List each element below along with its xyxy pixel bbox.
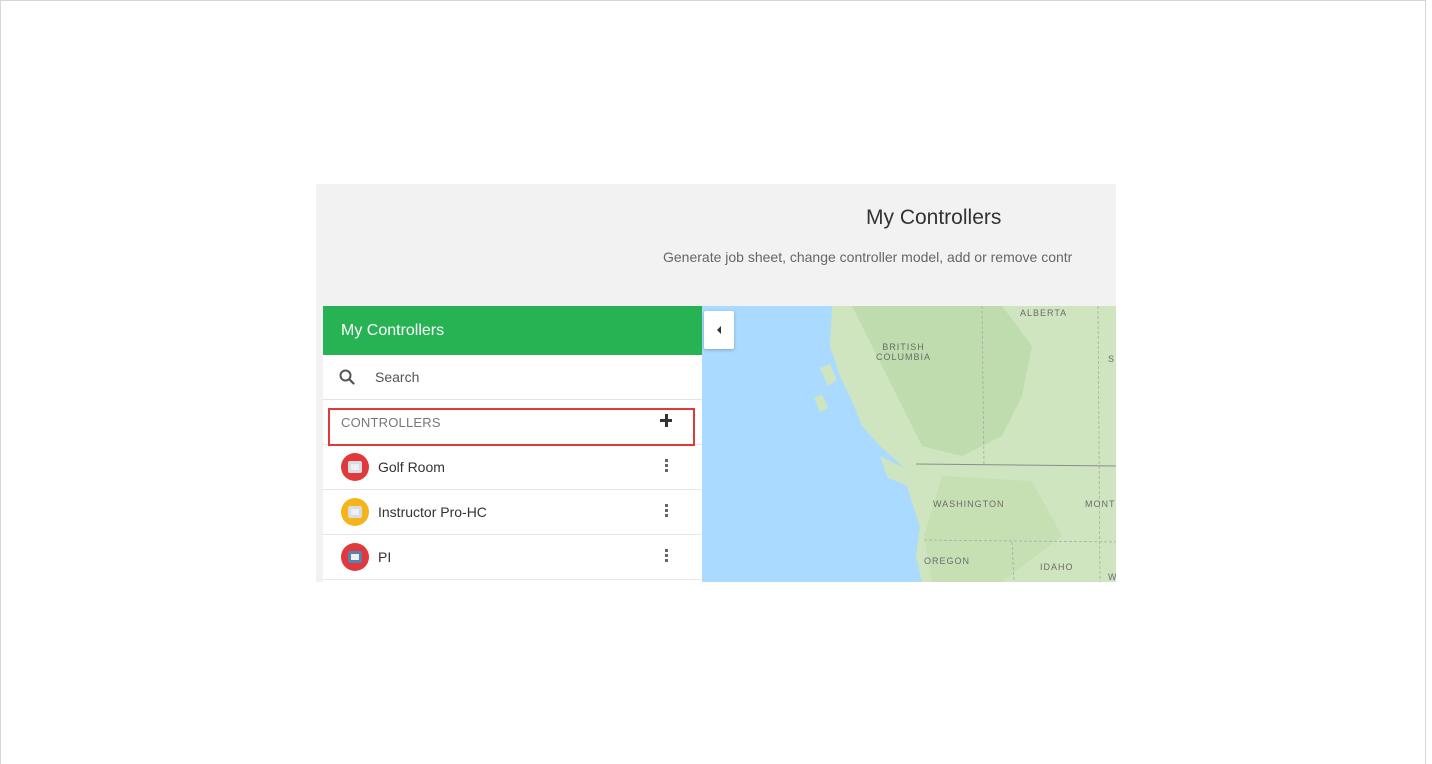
- list-item-label: PI: [378, 549, 392, 565]
- list-item[interactable]: PI: [323, 535, 702, 580]
- controller-avatar-icon: [341, 453, 369, 481]
- search-icon: [339, 369, 355, 385]
- collapse-panel-button[interactable]: [704, 311, 734, 349]
- map-label: ALBERTA: [1020, 308, 1068, 318]
- map-label: W: [1108, 572, 1116, 582]
- controller-avatar-icon: [341, 543, 369, 571]
- controllers-panel: My Controllers CONTROLLERS Golf Room Ins…: [323, 306, 703, 582]
- more-options-icon[interactable]: [663, 548, 669, 566]
- search-row: [323, 355, 702, 400]
- list-item[interactable]: Instructor Pro-HC: [323, 490, 702, 535]
- page-title: My Controllers: [866, 206, 1002, 229]
- map-label: S: [1108, 354, 1116, 364]
- section-label: CONTROLLERS: [341, 415, 441, 430]
- list-item-label: Golf Room: [378, 459, 445, 475]
- controllers-section-header: CONTROLLERS: [323, 400, 702, 445]
- list-item[interactable]: Golf Room: [323, 445, 702, 490]
- controllers-page: My Controllers Generate job sheet, chang…: [316, 184, 1116, 582]
- more-options-icon[interactable]: [663, 458, 669, 476]
- page-subtitle: Generate job sheet, change controller mo…: [663, 249, 1073, 265]
- add-controller-button[interactable]: [657, 412, 675, 430]
- map[interactable]: ALBERTA BRITISH COLUMBIA S WASHINGTON MO…: [702, 306, 1116, 582]
- list-item-label: Instructor Pro-HC: [378, 504, 487, 520]
- map-label: IDAHO: [1040, 562, 1074, 572]
- search-input[interactable]: [373, 365, 677, 389]
- map-label: MONT: [1085, 499, 1116, 509]
- controller-avatar-icon: [341, 498, 369, 526]
- map-label: WASHINGTON: [933, 499, 1005, 509]
- map-label: OREGON: [924, 556, 971, 566]
- panel-header: My Controllers: [323, 306, 702, 355]
- more-options-icon[interactable]: [663, 503, 669, 521]
- map-label: BRITISH COLUMBIA: [876, 342, 932, 362]
